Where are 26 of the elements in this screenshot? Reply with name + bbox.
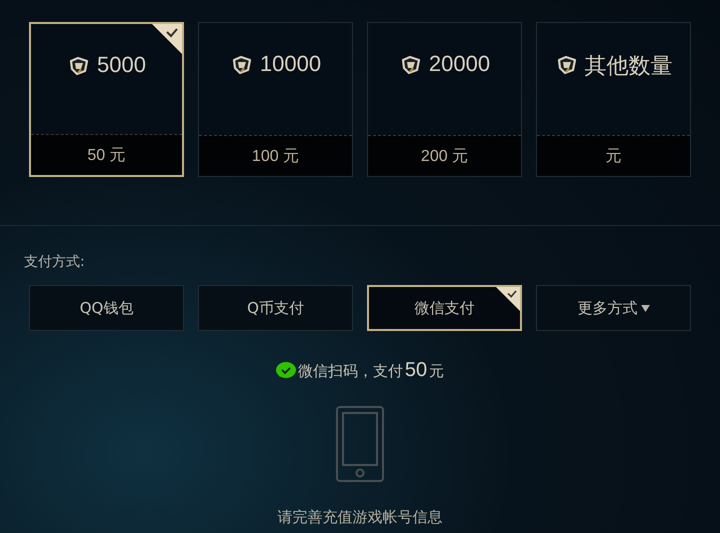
package-card[interactable]: 5000 50 元 [29,22,184,177]
payment-method-button[interactable]: QQ钱包 [29,285,184,331]
payment-method-button[interactable]: 微信支付 [367,285,522,331]
package-card[interactable]: 20000 200 元 [367,22,522,177]
payment-amount: 50 [404,359,428,382]
amount-text: 20000 [428,51,490,77]
hint-text: 请完善充值游戏帐号信息 [278,508,442,527]
phone-icon [336,406,384,482]
package-card[interactable]: 10000 100 元 [198,22,353,177]
package-card[interactable]: 其他数量 元 [536,22,691,177]
payment-method-button[interactable]: Q币支付 [198,285,353,331]
price-text: 100 元 [252,146,300,166]
amount-text: 其他数量 [584,52,672,80]
price-text: 50 元 [87,146,126,166]
notice-text: 微信扫码，支付 [298,362,403,381]
wechat-icon [276,362,296,380]
price-text: 元 [606,146,622,166]
currency-unit: 元 [429,362,444,381]
check-corner-icon [152,24,182,54]
caret-icon [640,304,650,312]
amount-text: 5000 [97,52,146,78]
check-corner-icon [496,287,520,311]
payment-method-button[interactable]: 更多方式 [536,285,691,331]
price-text: 200 元 [420,146,468,166]
payment-label: 支付方式: [24,253,85,271]
amount-text: 10000 [260,51,322,77]
